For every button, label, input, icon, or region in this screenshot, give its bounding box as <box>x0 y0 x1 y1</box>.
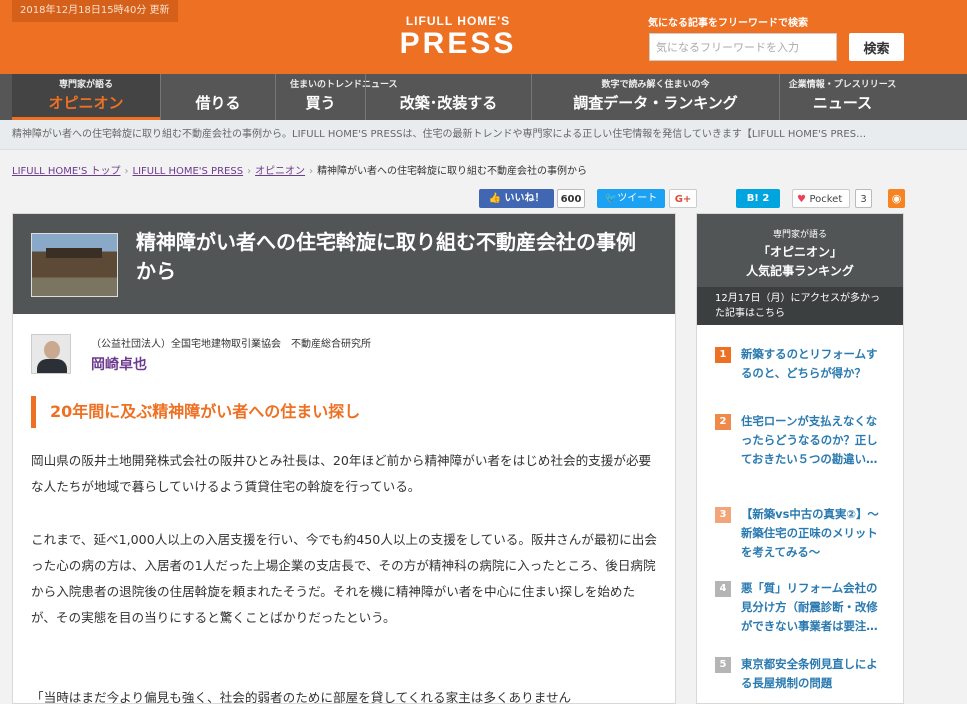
rank-title[interactable]: 東京都安全条例見直しによる長屋規制の問題 <box>741 655 887 693</box>
tweet-button[interactable]: 🐦ツイート <box>597 189 665 208</box>
article-paragraph: 「当時はまだ今より偏見も強く、社会的弱者のために部屋を貸してくれる家主は多くあり… <box>31 690 572 704</box>
nav-label: オピニオン <box>48 94 124 112</box>
nav-caption: 企業情報・プレスリリース <box>788 80 897 90</box>
sidebar-header: 専門家が語る 「オピニオン」 人気記事ランキング <box>697 214 903 287</box>
article-thumbnail <box>31 233 118 297</box>
article-paragraph: これまで、延べ1,000人以上の入居支援を行い、今でも約450人以上の支援をして… <box>31 532 657 625</box>
pocket-label: Pocket <box>809 194 843 205</box>
ranking-sidebar: 専門家が語る 「オピニオン」 人気記事ランキング 12月17日（月）にアクセスが… <box>696 213 904 704</box>
rank-title[interactable]: 【新築vs中古の真実②】〜新築住宅の正味のメリットを考えてみる〜 <box>741 505 887 562</box>
logo-main-text: PRESS <box>399 27 517 60</box>
breadcrumb-current: 精神障がい者への住宅斡旋に取り組む不動産会社の事例から <box>317 166 588 177</box>
nav-caption: 専門家が語る <box>58 80 113 90</box>
breadcrumb-link-opinion[interactable]: オピニオン <box>255 166 305 177</box>
nav-item-research-data[interactable]: 数字で読み解く住まいの今 調査データ・ランキング <box>531 74 779 120</box>
search-caption: 気になる記事をフリーワードで検索 <box>648 18 808 29</box>
site-header: 2018年12月18日15時40分 更新 LIFULL HOME'S PRESS… <box>0 0 967 74</box>
nav-label: 買う <box>305 94 336 112</box>
article: 精神障がい者への住宅斡旋に取り組む不動産会社の事例から （公益社団法人）全国宅地… <box>12 213 676 704</box>
nav-item-opinion[interactable]: 専門家が語る オピニオン <box>12 74 160 120</box>
rank-title[interactable]: 新築するのとリフォームするのと、どちらが得か？ <box>741 345 887 383</box>
nav-label: 改築･改装する <box>399 94 498 112</box>
main-nav: 専門家が語る オピニオン 借りる 住まいのトレンドニュース 買う 改築･改装する… <box>0 74 967 120</box>
article-header: 精神障がい者への住宅斡旋に取り組む不動産会社の事例から <box>13 214 675 314</box>
twitter-icon: 🐦 <box>604 193 618 204</box>
site-description: 精神障がい者への住宅斡旋に取り組む不動産会社の事例から。LIFULL HOME'… <box>0 120 967 150</box>
rank-number: 3 <box>715 507 731 523</box>
like-count: 600 <box>557 189 585 208</box>
rank-number: 2 <box>715 414 731 430</box>
breadcrumb-link-home[interactable]: LIFULL HOME'S トップ <box>12 166 121 177</box>
rank-number: 4 <box>715 581 731 597</box>
breadcrumb-separator-icon: › <box>309 166 314 177</box>
search-input[interactable] <box>649 33 837 61</box>
nav-caption: 数字で読み解く住まいの今 <box>601 80 710 90</box>
logo-top-text: LIFULL HOME'S <box>405 14 511 28</box>
rank-number: 5 <box>715 657 731 673</box>
nav-label: 調査データ・ランキング <box>573 94 738 112</box>
nav-label: 借りる <box>195 94 241 112</box>
sidebar-title: 「オピニオン」 <box>757 245 842 259</box>
rss-icon[interactable]: ◉ <box>888 189 905 208</box>
pocket-count: 3 <box>855 189 872 208</box>
nav-item-rent[interactable]: 借りる <box>160 74 275 120</box>
search-button[interactable]: 検索 <box>849 33 904 61</box>
facebook-like-button[interactable]: 👍 いいね！ <box>479 189 554 208</box>
breadcrumb-separator-icon: › <box>247 166 252 177</box>
nav-item-renovate[interactable]: 改築･改装する <box>365 74 531 120</box>
sidebar-caption: 専門家が語る <box>772 230 827 240</box>
sidebar-subtitle: 人気記事ランキング <box>746 264 854 278</box>
ranking-date-note: 12月17日（月）にアクセスが多かった記事はこちら <box>697 287 903 325</box>
nav-label: ニュース <box>812 94 873 112</box>
author-avatar <box>31 334 71 374</box>
google-plus-button[interactable]: G+ <box>669 189 697 208</box>
breadcrumb: LIFULL HOME'S トップ › LIFULL HOME'S PRESS › オピ… <box>12 162 587 177</box>
nav-item-news[interactable]: 企業情報・プレスリリース ニュース <box>779 74 905 120</box>
section-heading: 20年間に及ぶ精神障がい者への住まい探し <box>31 396 657 428</box>
author-organization: （公益社団法人）全国宅地建物取引業協会 不動産総合研究所 <box>91 339 371 350</box>
nav-item-buy[interactable]: 住まいのトレンドニュース 買う <box>275 74 398 120</box>
author-name[interactable]: 岡崎卓也 <box>91 354 147 374</box>
article-title: 精神障がい者への住宅斡旋に取り組む不動産会社の事例から <box>136 230 636 283</box>
like-label: いいね！ <box>504 193 545 204</box>
rank-number: 1 <box>715 347 731 363</box>
breadcrumb-link-press[interactable]: LIFULL HOME'S PRESS <box>133 166 244 177</box>
site-logo[interactable]: LIFULL HOME'S PRESS <box>388 14 528 60</box>
article-paragraph: 岡山県の阪井土地開発株式会社の阪井ひとみ社長は、20年ほど前から精神障がい者をは… <box>31 453 652 494</box>
pocket-button[interactable]: ♥ Pocket <box>792 189 850 208</box>
rank-title[interactable]: 住宅ローンが支払えなくなったらどうなるのか？正しておきたい５つの勘違い… <box>741 412 887 469</box>
rank-title[interactable]: 悪「質」リフォーム会社の見分け方（耐震診断・改修ができない事業者は要注… <box>741 579 887 636</box>
pocket-icon: ♥ <box>797 194 810 205</box>
update-timestamp: 2018年12月18日15時40分 更新 <box>12 0 178 22</box>
breadcrumb-separator-icon: › <box>124 166 129 177</box>
thumbs-up-icon: 👍 <box>488 193 505 204</box>
tweet-label: ツイート <box>617 193 658 204</box>
hatena-bookmark-button[interactable]: B! 2 <box>736 189 780 208</box>
